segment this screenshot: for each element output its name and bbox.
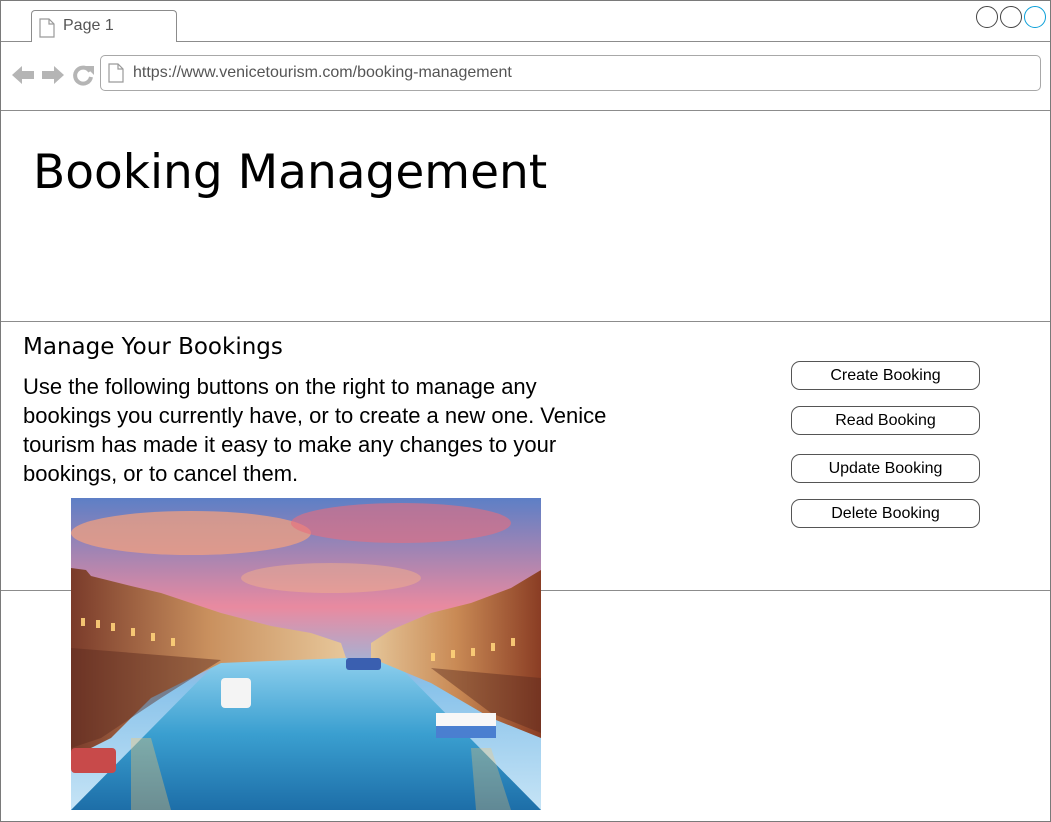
minimize-button[interactable] [976,6,998,28]
page-icon [39,18,55,43]
header-section: Booking Management [1,111,1050,322]
arrow-right-icon[interactable] [41,63,65,92]
delete-booking-button[interactable]: Delete Booking [791,499,980,528]
navigation-bar: https://www.venicetourism.com/booking-ma… [1,42,1050,111]
tab-bar: Page 1 [1,1,1050,42]
address-bar[interactable]: https://www.venicetourism.com/booking-ma… [100,55,1041,91]
create-booking-button[interactable]: Create Booking [791,361,980,390]
url-text[interactable]: https://www.venicetourism.com/booking-ma… [133,64,512,82]
description-text: Use the following buttons on the right t… [23,374,607,486]
window-controls [976,6,1046,28]
tab-page-1[interactable]: Page 1 [31,10,177,42]
browser-window: Page 1 https://www.venicetourism.com/boo… [0,0,1051,822]
close-button[interactable] [1024,6,1046,28]
update-booking-button[interactable]: Update Booking [791,454,980,483]
maximize-button[interactable] [1000,6,1022,28]
arrow-left-icon[interactable] [11,63,35,92]
page-title: Booking Management [33,145,548,200]
page-icon [108,63,124,88]
section-heading: Manage Your Bookings [23,334,283,360]
venice-canal-image [71,498,541,810]
tab-label: Page 1 [63,17,114,34]
read-booking-button[interactable]: Read Booking [791,406,980,435]
reload-icon[interactable] [71,63,95,92]
